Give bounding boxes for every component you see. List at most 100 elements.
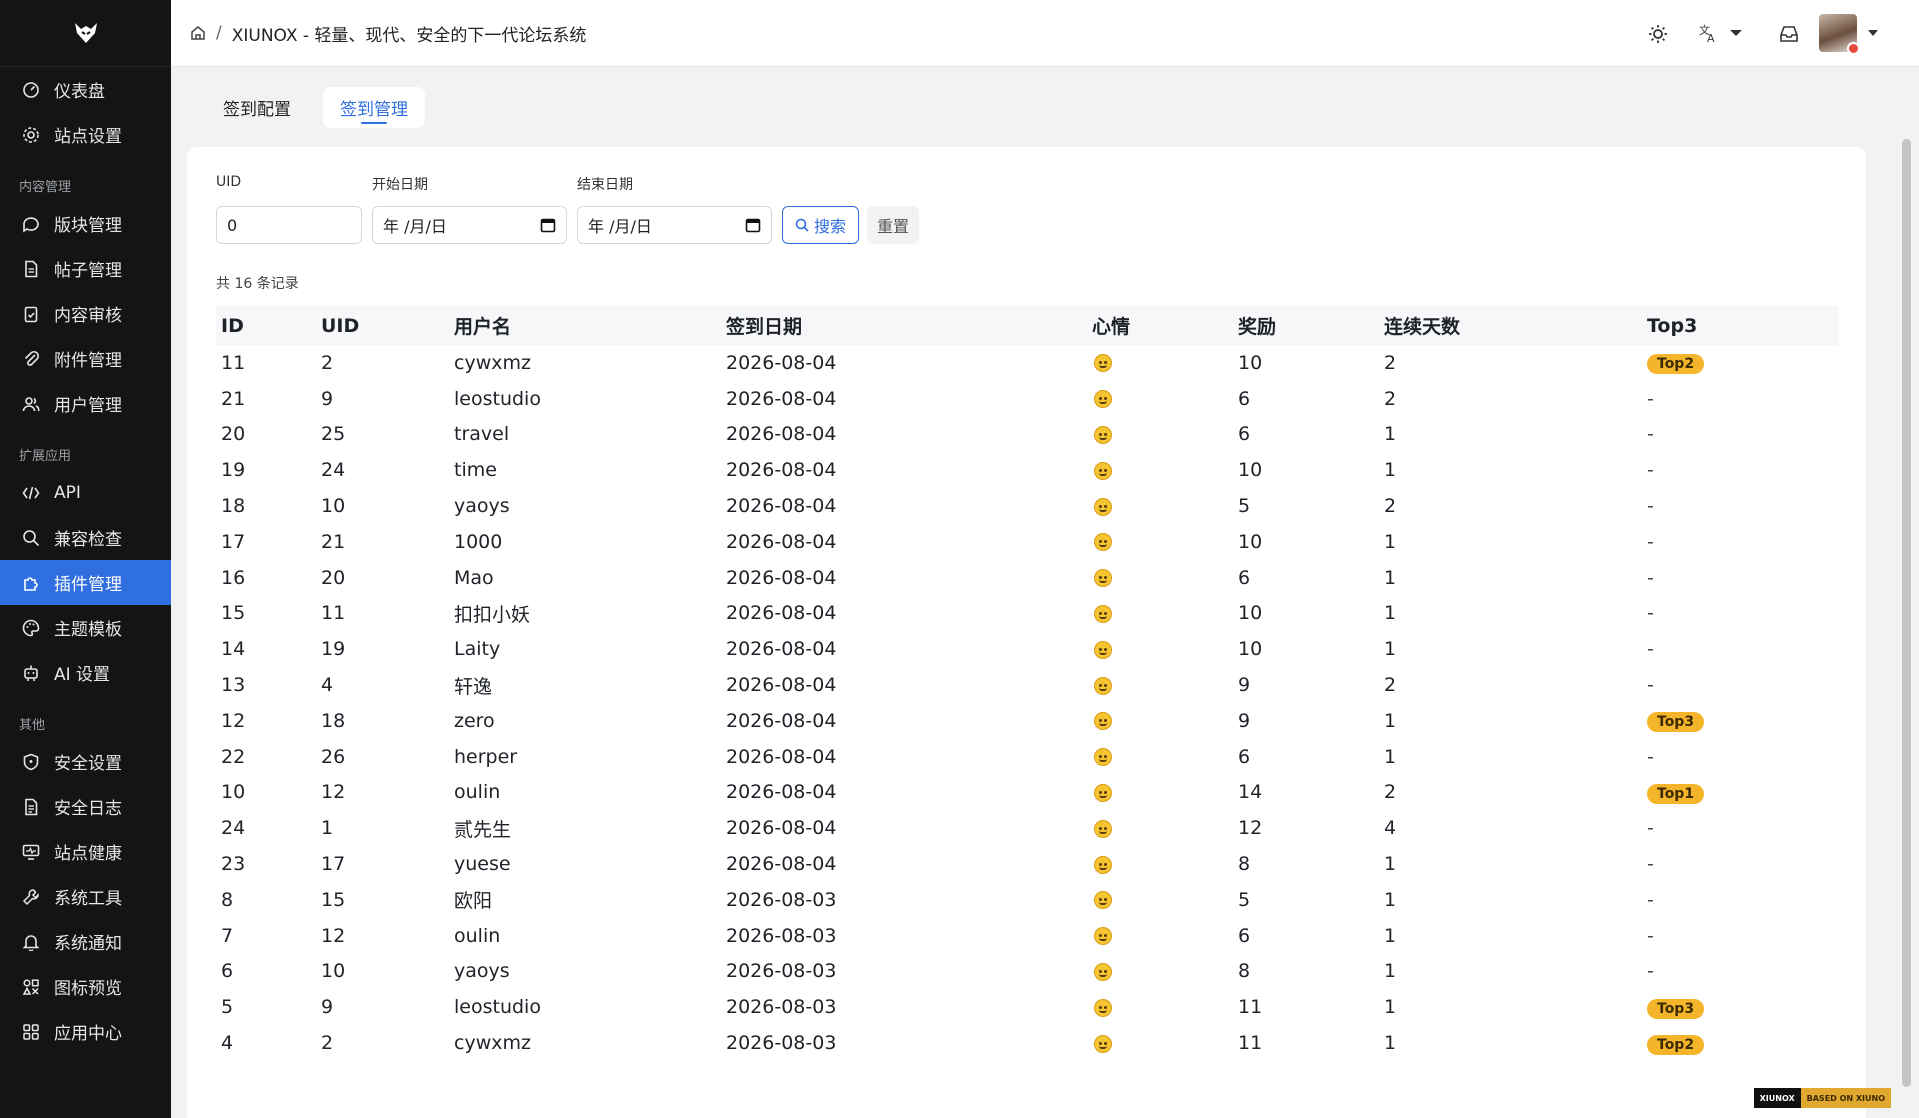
sidebar-item-code[interactable]: API	[0, 470, 171, 515]
table-row: 16 20 Mao 2026-08-04 6 1 -	[216, 560, 1839, 596]
powered-by-badge[interactable]: XIUNOX BASED ON XIUNO	[1753, 1088, 1891, 1108]
sidebar-item-label: 图标预览	[54, 979, 122, 999]
sidebar-item-apps[interactable]: 应用中心	[0, 1009, 171, 1054]
date-cell: 2026-08-04	[726, 745, 837, 768]
top3-cell: Top3	[1642, 989, 1839, 1025]
start-date-input[interactable]: 年 /月/日	[372, 206, 567, 244]
id-cell: 16	[221, 566, 246, 589]
empty-rank: -	[1647, 960, 1654, 983]
sidebar-item-monitor[interactable]: 站点健康	[0, 829, 171, 874]
language-switch-button[interactable]: 文A	[1699, 23, 1743, 43]
mood-emoji-icon	[1094, 533, 1112, 552]
tab-checkin-config[interactable]: 签到配置	[206, 87, 308, 128]
calendar-icon[interactable]	[540, 217, 556, 233]
empty-rank: -	[1647, 853, 1654, 876]
tab-checkin-management[interactable]: 签到管理	[323, 87, 425, 128]
mood-emoji-icon	[1094, 390, 1112, 409]
mood-cell	[1087, 703, 1233, 739]
username-cell: oulin	[454, 924, 501, 947]
column-header[interactable]: 奖励	[1233, 306, 1379, 345]
mood-cell	[1087, 810, 1233, 846]
filter-bar: UID 0 开始日期 年 /月/日 结束日期 年 /月/日 搜索 重置	[216, 174, 919, 244]
breadcrumb-title[interactable]: XIUNOX - 轻量、现代、安全的下一代论坛系统	[232, 21, 587, 46]
username-cell: time	[454, 459, 497, 482]
table-row: 18 10 yaoys 2026-08-04 5 2 -	[216, 488, 1839, 524]
sidebar-item-log[interactable]: 安全日志	[0, 784, 171, 829]
sidebar-item-chat-bubble[interactable]: 版块管理	[0, 201, 171, 246]
inbox-icon	[1780, 26, 1798, 42]
username-cell: zero	[454, 709, 495, 732]
username-cell: yuese	[454, 853, 511, 876]
id-cell: 17	[221, 530, 246, 553]
column-header[interactable]: UID	[316, 306, 449, 345]
sidebar-item-bell[interactable]: 系统通知	[0, 919, 171, 964]
mood-emoji-icon	[1094, 1034, 1112, 1053]
column-header[interactable]: 心情	[1087, 306, 1233, 345]
id-cell: 7	[221, 924, 234, 947]
top3-cell: -	[1642, 667, 1839, 703]
uid-cell: 2	[321, 1032, 334, 1055]
end-date-label: 结束日期	[577, 177, 633, 193]
sidebar-item-label: 主题模板	[54, 620, 122, 640]
calendar-icon[interactable]	[745, 217, 761, 233]
date-cell: 2026-08-04	[726, 423, 837, 446]
empty-rank: -	[1647, 387, 1654, 410]
sidebar-item-palette[interactable]: 主题模板	[0, 605, 171, 650]
search-button[interactable]: 搜索	[782, 206, 859, 244]
reset-button[interactable]: 重置	[867, 206, 919, 244]
streak-cell: 1	[1384, 459, 1397, 482]
home-icon[interactable]	[190, 25, 206, 41]
theme-toggle-button[interactable]	[1648, 24, 1668, 44]
sidebar-item-puzzle[interactable]: 插件管理	[0, 560, 171, 605]
streak-cell: 2	[1384, 495, 1397, 518]
sidebar-item-robot[interactable]: AI 设置	[0, 650, 171, 695]
uid-cell: 15	[321, 888, 346, 911]
notifications-button[interactable]	[1779, 24, 1799, 44]
sidebar-item-wrench[interactable]: 系统工具	[0, 874, 171, 919]
streak-cell: 1	[1384, 602, 1397, 625]
column-header[interactable]: 用户名	[449, 306, 721, 345]
rank-badge: Top3	[1647, 998, 1705, 1019]
uid-cell: 12	[321, 781, 346, 804]
table-header-row: ID UID 用户名 签到日期 心情 奖励 连续天数 Top3	[216, 306, 1839, 345]
table-row: 7 12 oulin 2026-08-03 6 1 -	[216, 918, 1839, 954]
sidebar-item-document[interactable]: 帖子管理	[0, 246, 171, 291]
user-menu-button[interactable]	[1819, 14, 1879, 55]
sidebar-item-icons-grid[interactable]: 图标预览	[0, 964, 171, 1009]
username-cell: herper	[454, 745, 518, 768]
column-header[interactable]: 连续天数	[1379, 306, 1642, 345]
table-row: 15 11 扣扣小妖 2026-08-04 10 1 -	[216, 596, 1839, 632]
end-date-input[interactable]: 年 /月/日	[577, 206, 772, 244]
sidebar-item-dashboard[interactable]: 仪表盘	[0, 67, 171, 112]
date-cell: 2026-08-03	[726, 924, 837, 947]
empty-rank: -	[1647, 888, 1654, 911]
column-header[interactable]: ID	[216, 306, 316, 345]
uid-cell: 19	[321, 638, 346, 661]
sidebar-item-shield[interactable]: 安全设置	[0, 739, 171, 784]
sidebar-item-search[interactable]: 兼容检查	[0, 515, 171, 560]
uid-input[interactable]: 0	[216, 206, 362, 244]
tab-bar: 签到配置 签到管理	[206, 87, 440, 128]
date-cell: 2026-08-04	[726, 709, 837, 732]
top3-cell: -	[1642, 452, 1839, 488]
date-cell: 2026-08-03	[726, 888, 837, 911]
puzzle-icon	[22, 574, 40, 592]
sidebar-item-clipboard-check[interactable]: 内容审核	[0, 291, 171, 336]
date-cell: 2026-08-04	[726, 387, 837, 410]
mood-emoji-icon	[1094, 962, 1112, 981]
uid-cell: 20	[321, 566, 346, 589]
sidebar-item-users[interactable]: 用户管理	[0, 381, 171, 426]
column-header[interactable]: Top3	[1642, 306, 1839, 345]
column-header[interactable]: 签到日期	[721, 306, 1087, 345]
date-cell: 2026-08-03	[726, 996, 837, 1019]
logo[interactable]	[0, 0, 171, 67]
svg-text:A: A	[1707, 32, 1715, 43]
mood-cell	[1087, 524, 1233, 560]
scrollbar[interactable]	[1902, 139, 1911, 1087]
sidebar-item-paperclip[interactable]: 附件管理	[0, 336, 171, 381]
shield-icon	[22, 753, 40, 771]
reward-cell: 6	[1238, 566, 1251, 589]
sidebar-item-gear[interactable]: 站点设置	[0, 112, 171, 157]
reward-cell: 6	[1238, 745, 1251, 768]
empty-rank: -	[1647, 638, 1654, 661]
